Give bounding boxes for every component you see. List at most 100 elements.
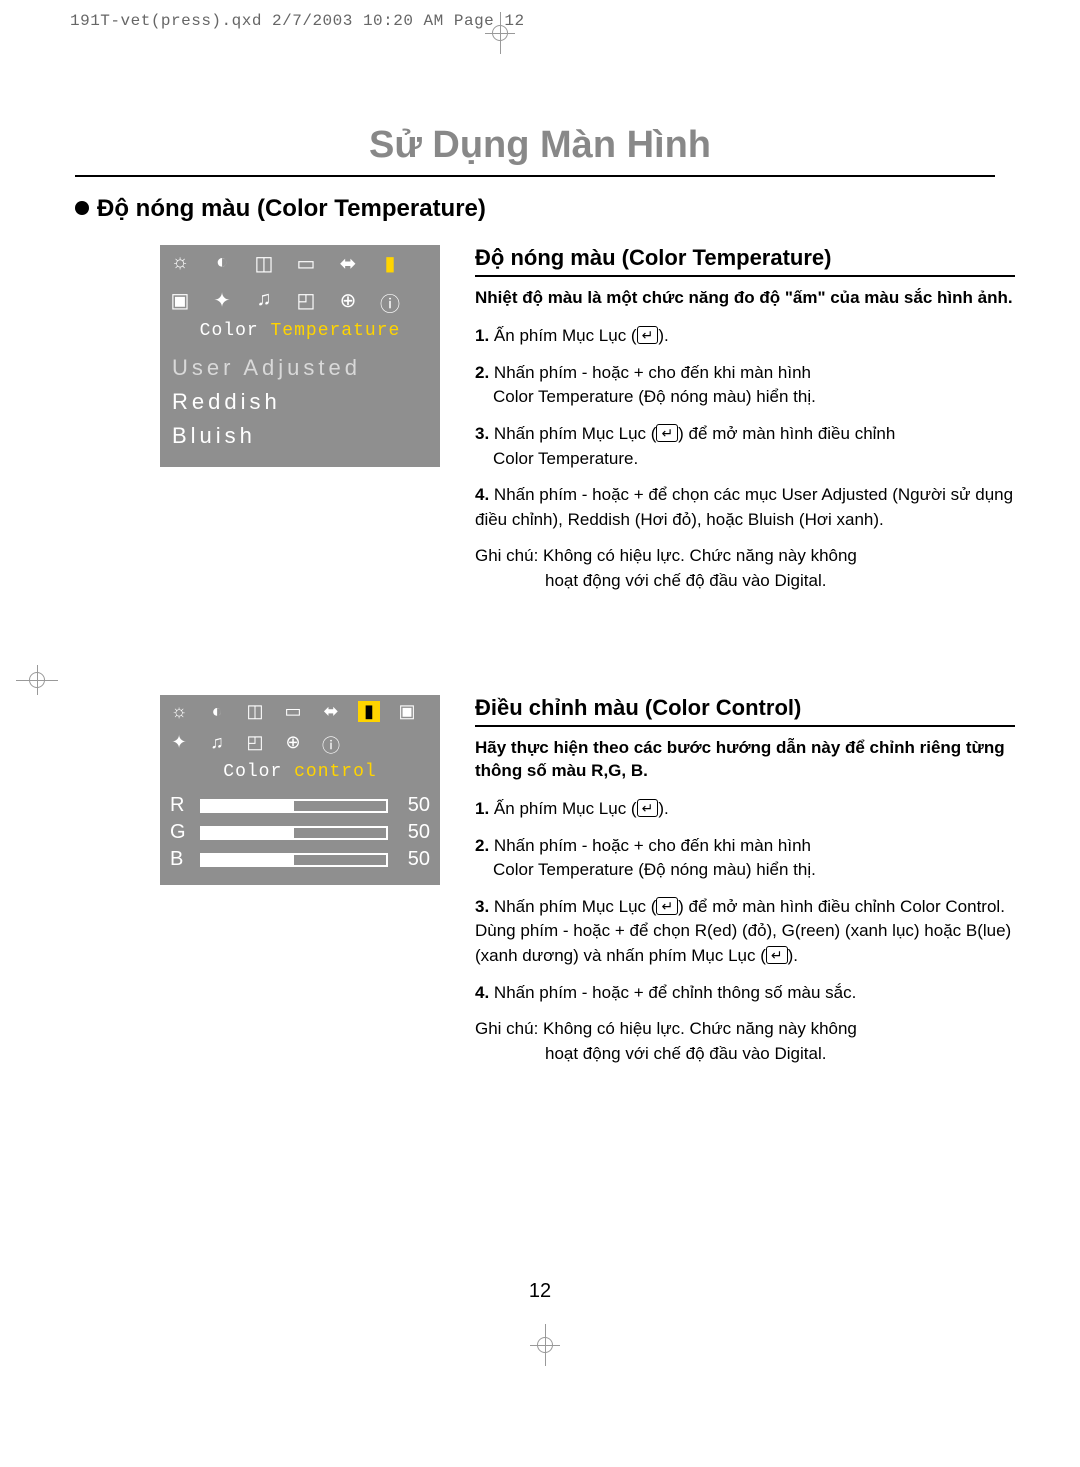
rgb-r-label: R (170, 794, 192, 817)
rgb-row-b: B 50 (170, 848, 430, 871)
step-num: 1. (475, 799, 489, 818)
page-title: Sử Dụng Màn Hình (0, 124, 1080, 167)
press-header: 191T-vet(press).qxd 2/7/2003 10:20 AM Pa… (70, 12, 525, 30)
color-icon: ▮ (358, 701, 380, 722)
enter-key-icon: ↵ (637, 799, 659, 817)
rgb-g-value: 50 (396, 821, 430, 844)
step-num: 2. (475, 363, 489, 382)
language-icon: ✦ (168, 732, 190, 758)
step-text: Ấn phím Mục Lục ( (494, 799, 637, 818)
step-text: Nhấn phím - hoặc + để chọn các mục User … (475, 485, 1013, 529)
steps-1: 1. Ấn phím Mục Lục (↵). 2. Nhấn phím - h… (475, 324, 1015, 532)
geometry-icon: ◫ (252, 251, 276, 276)
osd-icon-row: ☼ ◐ ◫ ▭ ⬌ ▮ ▣ ✦ ♫ ◰ ⊕ ⓘ (160, 245, 440, 317)
page-number: 12 (0, 1280, 1080, 1303)
osd-label-prefix: Color (200, 321, 271, 341)
enter-key-icon: ↵ (656, 424, 678, 442)
position-icon: ▭ (282, 701, 304, 722)
enter-key-icon: ↵ (766, 946, 788, 964)
step-text: ). (658, 326, 668, 345)
contrast-icon: ◐ (206, 701, 228, 722)
step-text: Nhấn phím Mục Lục ( (494, 897, 657, 916)
intro-2: Hãy thực hiện theo các bước hướng dẫn nà… (475, 737, 1015, 783)
step-1-2: 2. Nhấn phím - hoặc + cho đến khi màn hì… (475, 361, 1015, 410)
moire-icon: ▣ (168, 288, 192, 317)
section-heading-text: Độ nóng màu (Color Temperature) (97, 195, 486, 222)
rgb-b-value: 50 (396, 848, 430, 871)
step-1-1: 1. Ấn phím Mục Lục (↵). (475, 324, 1015, 349)
note-line: hoạt động với chế độ đầu vào Digital. (545, 569, 826, 594)
crop-circle-top (492, 25, 508, 41)
geometry-icon: ◫ (244, 701, 266, 722)
audio-icon: ♫ (206, 732, 228, 758)
osd-label-prefix-2: Color (223, 762, 294, 782)
note-2: Ghi chú: Không có hiệu lực. Chức năng nà… (475, 1017, 1015, 1066)
rgb-g-bar (200, 826, 388, 840)
step-num: 2. (475, 836, 489, 855)
step-num: 4. (475, 485, 489, 504)
position-icon: ▭ (294, 251, 318, 276)
step-text: Nhấn phím - hoặc + cho đến khi màn hình (494, 836, 811, 855)
osd-item-bluish: Bluish (172, 419, 428, 453)
section-color-temperature: Độ nóng màu (Color Temperature) Nhiệt độ… (475, 245, 1015, 594)
sub-heading-1: Độ nóng màu (Color Temperature) (475, 245, 1015, 277)
step-1-4: 4. Nhấn phím - hoặc + để chọn các mục Us… (475, 483, 1015, 532)
step-text: Nhấn phím - hoặc + cho đến khi màn hình (494, 363, 811, 382)
audio-icon: ♫ (252, 288, 276, 317)
size-icon: ⬌ (320, 701, 342, 722)
step-num: 4. (475, 983, 489, 1002)
enter-key-icon: ↵ (637, 326, 659, 344)
pip-icon: ◰ (294, 288, 318, 317)
moire-icon: ▣ (396, 701, 418, 722)
color-icon: ▮ (378, 251, 402, 276)
rgb-row-g: G 50 (170, 821, 430, 844)
info-icon: ⓘ (320, 732, 342, 758)
step-text: Color Temperature (Độ nóng màu) hiển thị… (493, 858, 816, 883)
step-text: Nhấn phím Mục Lục ( (494, 424, 657, 443)
step-2-1: 1. Ấn phím Mục Lục (↵). (475, 797, 1015, 822)
step-num: 3. (475, 897, 489, 916)
clock-icon: ⊕ (282, 732, 304, 758)
step-text: ) để mở màn hình điều chỉnh (678, 424, 895, 443)
note-line: Ghi chú: Không có hiệu lực. Chức năng nà… (475, 546, 857, 565)
crop-circle-bottom (537, 1337, 553, 1353)
size-icon: ⬌ (336, 251, 360, 276)
step-text: Color Temperature. (493, 447, 638, 472)
section-heading: Độ nóng màu (Color Temperature) (75, 195, 486, 223)
brightness-icon: ☼ (168, 251, 192, 276)
crop-circle-left (29, 672, 45, 688)
title-rule (75, 175, 995, 177)
rgb-rows: R 50 G 50 B 50 (160, 788, 440, 885)
step-text: ). (788, 946, 798, 965)
bullet-icon (75, 201, 89, 215)
note-line: Ghi chú: Không có hiệu lực. Chức năng nà… (475, 1019, 857, 1038)
rgb-r-value: 50 (396, 794, 430, 817)
sub-heading-2: Điều chỉnh màu (Color Control) (475, 695, 1015, 727)
osd-label-highlight-2: control (294, 762, 377, 782)
rgb-row-r: R 50 (170, 794, 430, 817)
note-line: hoạt động với chế độ đầu vào Digital. (545, 1042, 826, 1067)
steps-2: 1. Ấn phím Mục Lục (↵). 2. Nhấn phím - h… (475, 797, 1015, 1005)
step-num: 1. (475, 326, 489, 345)
note-1: Ghi chú: Không có hiệu lực. Chức năng nà… (475, 544, 1015, 593)
section-color-control: Điều chỉnh màu (Color Control) Hãy thực … (475, 695, 1015, 1067)
step-num: 3. (475, 424, 489, 443)
osd-item-reddish: Reddish (172, 385, 428, 419)
info-icon: ⓘ (378, 288, 402, 317)
osd-label-2: Color control (160, 758, 440, 788)
osd-panel-color-control: ☼ ◐ ◫ ▭ ⬌ ▮ ▣ ✦ ♫ ◰ ⊕ ⓘ Color control R … (160, 695, 440, 885)
rgb-g-label: G (170, 821, 192, 844)
contrast-icon: ◐ (210, 251, 234, 276)
rgb-b-label: B (170, 848, 192, 871)
step-2-3: 3. Nhấn phím Mục Lục (↵) để mở màn hình … (475, 895, 1015, 969)
step-2-4: 4. Nhấn phím - hoặc + để chỉnh thông số … (475, 981, 1015, 1006)
osd-label: Color Temperature (160, 317, 440, 347)
osd-item-user-adjusted: User Adjusted (172, 351, 428, 385)
osd-label-highlight: Temperature (270, 321, 400, 341)
language-icon: ✦ (210, 288, 234, 317)
osd-list: User Adjusted Reddish Bluish (160, 347, 440, 467)
osd-icon-row-2: ☼ ◐ ◫ ▭ ⬌ ▮ ▣ ✦ ♫ ◰ ⊕ ⓘ (160, 695, 440, 758)
step-text: ). (658, 799, 668, 818)
rgb-r-bar (200, 799, 388, 813)
step-text: Nhấn phím - hoặc + để chỉnh thông số màu… (494, 983, 856, 1002)
